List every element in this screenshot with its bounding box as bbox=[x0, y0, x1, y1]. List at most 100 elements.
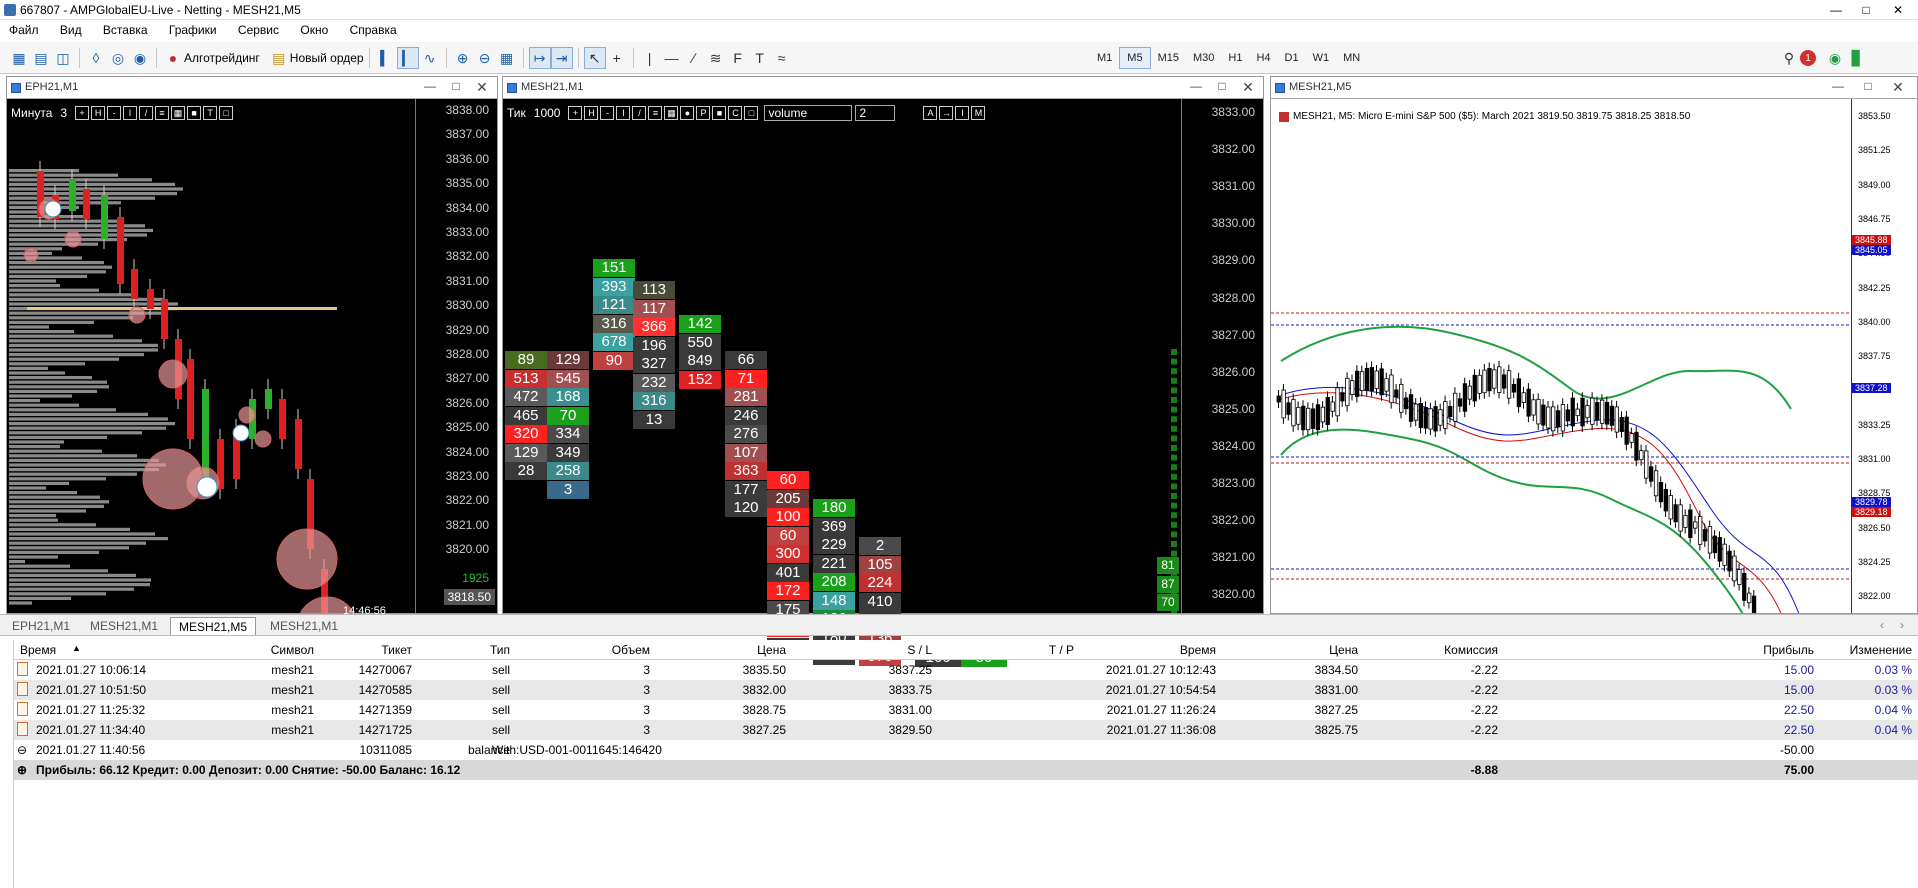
tab-mesh21-m5[interactable]: MESH21,M5 bbox=[170, 617, 257, 635]
col-commission[interactable]: Комиссия bbox=[1444, 643, 1498, 657]
auto-scroll-icon[interactable]: ↦ bbox=[528, 47, 551, 69]
history-table: Время ▲ Символ Тикет Тип Объем Цена S / L… bbox=[14, 640, 1918, 780]
close-icon[interactable]: ✕ bbox=[1237, 79, 1259, 96]
tf-h1[interactable]: H1 bbox=[1221, 47, 1249, 69]
tf-m1[interactable]: M1 bbox=[1090, 47, 1119, 69]
balance-row[interactable]: ⊖ 2021.01.27 11:40:56 10311085 balance W… bbox=[14, 740, 1918, 760]
maximize-icon[interactable]: □ bbox=[1211, 79, 1233, 93]
tf-h4[interactable]: H4 bbox=[1249, 47, 1277, 69]
col-time[interactable]: Время bbox=[20, 643, 56, 657]
tile-windows-icon[interactable]: ▦ bbox=[496, 47, 518, 69]
search-icon[interactable]: ⚲ bbox=[1778, 47, 1800, 69]
col-price[interactable]: Цена bbox=[757, 643, 786, 657]
price-tick: 3830.00 bbox=[1211, 216, 1255, 231]
cursor-icon[interactable]: ↖ bbox=[583, 47, 606, 69]
col-volume[interactable]: Объем bbox=[612, 643, 650, 657]
shapes-icon[interactable]: ≈ bbox=[771, 47, 793, 69]
close-icon[interactable]: ✕ bbox=[1887, 79, 1909, 96]
new-chart-icon[interactable]: ▦ bbox=[8, 47, 30, 69]
fibonacci-icon[interactable]: F bbox=[727, 47, 749, 69]
col-close-price[interactable]: Цена bbox=[1329, 643, 1358, 657]
col-symbol[interactable]: Символ bbox=[271, 643, 314, 657]
candle-body bbox=[1276, 395, 1281, 403]
algotrading-button[interactable]: Алготрейдинг bbox=[184, 51, 260, 65]
chart-window-mesh21-m5[interactable]: MESH21,M5 — □ ✕ MESH21, M5: Micro E-mini… bbox=[1270, 76, 1918, 614]
minimize-icon[interactable]: — bbox=[419, 79, 441, 93]
col-close-time[interactable]: Время bbox=[1180, 643, 1216, 657]
bar-chart-icon[interactable]: ▍ bbox=[375, 47, 397, 69]
tab-mesh21-m1[interactable]: MESH21,M1 bbox=[82, 617, 166, 635]
strategy-tester-icon[interactable]: ◊ bbox=[85, 47, 107, 69]
candle-body bbox=[1443, 401, 1448, 429]
chart-shift-icon[interactable]: ⇥ bbox=[550, 47, 573, 69]
menu-file[interactable]: Файл bbox=[0, 20, 48, 40]
menu-insert[interactable]: Вставка bbox=[94, 20, 157, 40]
tf-w1[interactable]: W1 bbox=[1306, 47, 1337, 69]
candle-body bbox=[1325, 396, 1330, 425]
menu-window[interactable]: Окно bbox=[291, 20, 337, 40]
text-icon[interactable]: T bbox=[749, 47, 771, 69]
menu-charts[interactable]: Графики bbox=[160, 20, 226, 40]
tab-eph21-m1[interactable]: EPH21,M1 bbox=[4, 617, 78, 635]
volume-bubble bbox=[142, 448, 204, 510]
sort-asc-icon: ▲ bbox=[72, 643, 81, 653]
scroll-left-icon[interactable]: ‹ bbox=[1880, 618, 1884, 632]
zoom-out-icon[interactable]: ⊖ bbox=[474, 47, 496, 69]
candle-body bbox=[1648, 466, 1654, 482]
tf-mn[interactable]: MN bbox=[1336, 47, 1367, 69]
col-change[interactable]: Изменение bbox=[1850, 643, 1912, 657]
volume-profile-bar bbox=[9, 357, 119, 361]
vps-icon[interactable]: ◉ bbox=[1824, 47, 1846, 69]
notifications-icon[interactable]: 1 bbox=[1800, 50, 1816, 66]
navigator-icon[interactable]: ◎ bbox=[107, 47, 129, 69]
candle-body bbox=[1296, 406, 1301, 425]
col-tp[interactable]: T / P bbox=[1049, 643, 1074, 657]
scroll-right-icon[interactable]: › bbox=[1900, 618, 1904, 632]
tab-mesh21-m1-b[interactable]: MESH21,M1 bbox=[262, 617, 346, 635]
minimize-icon[interactable]: — bbox=[1827, 79, 1849, 93]
menu-tools[interactable]: Сервис bbox=[229, 20, 288, 40]
maximize-button[interactable]: □ bbox=[1852, 0, 1880, 20]
new-order-button[interactable]: Новый ордер bbox=[290, 51, 364, 65]
table-row[interactable]: 2021.01.27 11:25:32 mesh21 14271359 sell 3 38… bbox=[14, 700, 1918, 720]
candle-body bbox=[1663, 488, 1669, 512]
table-row[interactable]: 2021.01.27 10:51:50 mesh21 14270585 sell 3 38… bbox=[14, 680, 1918, 700]
minimize-button[interactable]: — bbox=[1822, 0, 1850, 20]
menu-view[interactable]: Вид bbox=[51, 20, 91, 40]
volume-profile-bar bbox=[9, 601, 32, 605]
cell-price: 3828.75 bbox=[742, 703, 786, 717]
tf-m15[interactable]: M15 bbox=[1151, 47, 1186, 69]
candle-body bbox=[1330, 401, 1335, 412]
col-type[interactable]: Тип bbox=[490, 643, 510, 657]
menu-help[interactable]: Справка bbox=[341, 20, 406, 40]
table-row[interactable]: 2021.01.27 11:34:40 mesh21 14271725 sell 3 38… bbox=[14, 720, 1918, 740]
chart-window-mesh21-m1[interactable]: MESH21,M1 — □ ✕ Тик 1000 + H - I / ≡ ▦ ● P ■ C □ vo… bbox=[502, 76, 1264, 667]
candle-body bbox=[1536, 398, 1541, 425]
tf-m30[interactable]: M30 bbox=[1186, 47, 1221, 69]
maximize-icon[interactable]: □ bbox=[1857, 79, 1879, 93]
maximize-icon[interactable]: □ bbox=[445, 79, 467, 93]
horizontal-line-icon[interactable]: — bbox=[661, 47, 683, 69]
tf-m5[interactable]: M5 bbox=[1119, 47, 1151, 69]
candle-body bbox=[1590, 397, 1595, 425]
volume-profile-bar bbox=[9, 224, 145, 228]
line-chart-icon[interactable]: ∿ bbox=[419, 47, 441, 69]
minimize-icon[interactable]: — bbox=[1185, 79, 1207, 93]
col-ticket[interactable]: Тикет bbox=[381, 643, 412, 657]
vertical-line-icon[interactable]: | bbox=[639, 47, 661, 69]
col-profit[interactable]: Прибыль bbox=[1763, 643, 1814, 657]
market-watch-icon[interactable]: ◫ bbox=[52, 47, 74, 69]
channel-icon[interactable]: ≋ bbox=[705, 47, 727, 69]
zoom-in-icon[interactable]: ⊕ bbox=[452, 47, 474, 69]
close-icon[interactable]: ✕ bbox=[471, 79, 493, 96]
signal-icon[interactable]: ◉ bbox=[129, 47, 151, 69]
profiles-icon[interactable]: ▤ bbox=[30, 47, 52, 69]
col-sl[interactable]: S / L bbox=[907, 643, 932, 657]
chart-window-eph21[interactable]: EPH21,M1 — □ ✕ Минута 3 + H - I / ≡ ▦ ■ T □ 3838.… bbox=[6, 76, 498, 617]
crosshair-icon[interactable]: + bbox=[606, 47, 628, 69]
trend-line-icon[interactable]: ∕ bbox=[683, 47, 705, 69]
candlestick-icon[interactable]: ▎ bbox=[396, 47, 419, 69]
close-button[interactable]: ✕ bbox=[1884, 0, 1912, 20]
tf-d1[interactable]: D1 bbox=[1278, 47, 1306, 69]
table-row[interactable]: 2021.01.27 10:06:14 mesh21 14270067 sell 3 38… bbox=[14, 660, 1918, 680]
